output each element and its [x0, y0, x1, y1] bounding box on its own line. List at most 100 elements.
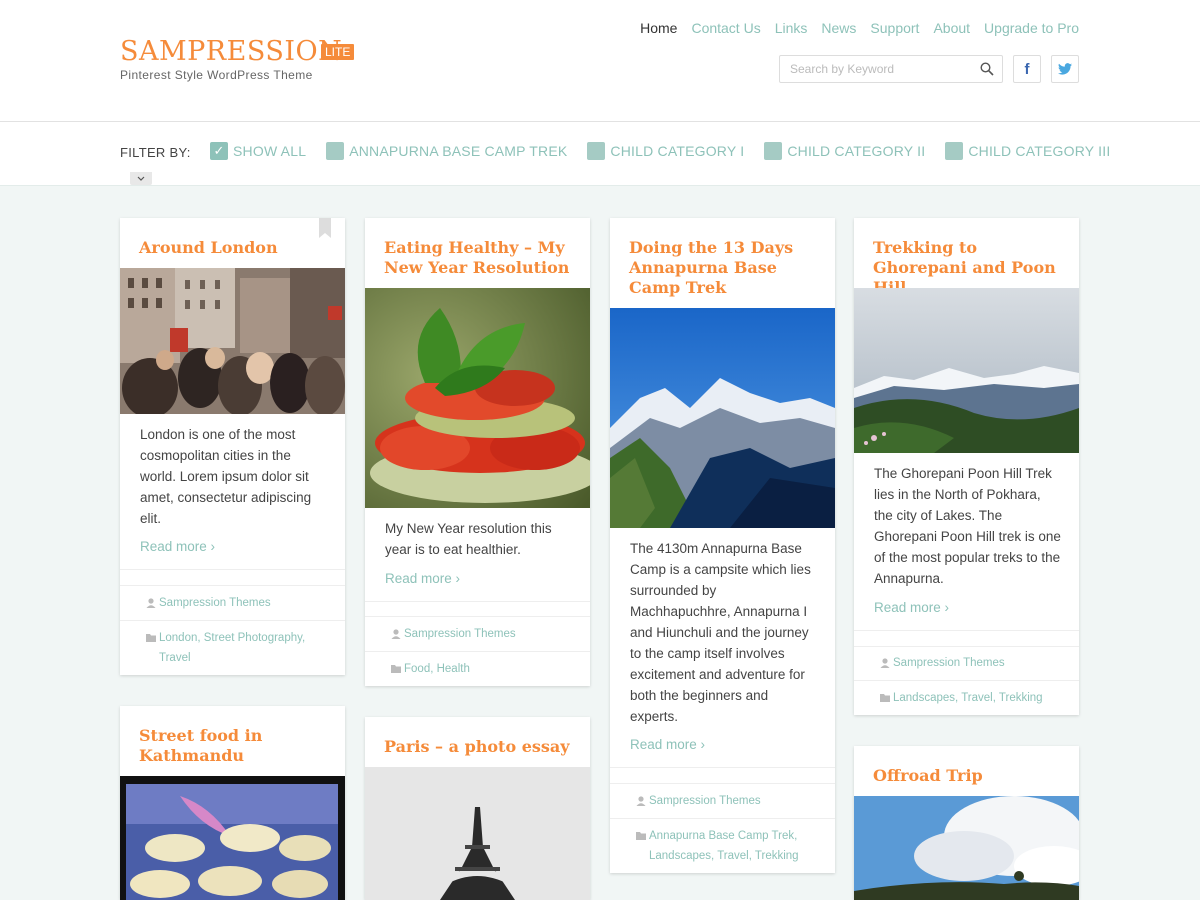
filter-child-category-3[interactable]: CHILD CATEGORY III: [945, 142, 1110, 160]
folder-icon: [391, 665, 401, 673]
filter-item-label: CHILD CATEGORY I: [610, 143, 745, 159]
filter-show-all[interactable]: ✓ SHOW ALL: [210, 142, 306, 160]
post-categories[interactable]: Landscapes, Travel, Trekking: [893, 688, 1043, 708]
post-title[interactable]: Doing the 13 Days Annapurna Base Camp Tr…: [610, 218, 835, 298]
filter-item-label: ANNAPURNA BASE CAMP TREK: [349, 143, 568, 159]
post-image-annapurna[interactable]: [610, 308, 835, 528]
post-image-offroad[interactable]: [854, 796, 1079, 900]
filter-bar: FILTER BY: ✓ SHOW ALL ANNAPURNA BASE CAM…: [0, 122, 1200, 186]
user-icon: [636, 796, 646, 806]
post-title[interactable]: Offroad Trip: [854, 746, 1079, 786]
read-more-link[interactable]: Read more ›: [874, 600, 949, 615]
post-title[interactable]: Paris – a photo essay: [365, 717, 590, 757]
main-nav: Home Contact Us Links News Support About…: [640, 20, 1079, 36]
nav-news[interactable]: News: [821, 20, 856, 36]
divider: [365, 616, 590, 617]
user-icon: [146, 598, 156, 608]
checkbox-icon[interactable]: [945, 142, 964, 160]
read-more-link[interactable]: Read more ›: [140, 539, 215, 554]
nav-contact-us[interactable]: Contact Us: [691, 20, 760, 36]
post-card: Paris – a photo essay: [365, 717, 590, 900]
post-card: Street food in Kathmandu: [120, 706, 345, 900]
read-more-link[interactable]: Read more ›: [385, 571, 460, 586]
filter-item-label: CHILD CATEGORY II: [787, 143, 926, 159]
post-image-london[interactable]: [120, 268, 345, 414]
folder-icon: [636, 832, 646, 840]
nav-home[interactable]: Home: [640, 20, 677, 36]
read-more-link[interactable]: Read more ›: [630, 737, 705, 752]
filter-child-category-2[interactable]: CHILD CATEGORY II: [764, 142, 925, 160]
site-logo[interactable]: SAMPRESSION: [120, 36, 342, 67]
post-categories-meta: London, Street Photography, Travel: [145, 628, 327, 668]
post-author[interactable]: Sampression Themes: [159, 593, 271, 613]
nav-links[interactable]: Links: [775, 20, 808, 36]
site-header: SAMPRESSION LITE Pinterest Style WordPre…: [0, 0, 1200, 122]
facebook-button[interactable]: f: [1013, 55, 1041, 83]
divider: [854, 680, 1079, 681]
post-card: Around London London is one of the most …: [120, 218, 345, 675]
lite-badge: LITE: [321, 44, 355, 60]
post-card: Trekking to Ghorepani and Poon Hill The …: [854, 218, 1079, 715]
divider: [854, 630, 1079, 631]
post-card: Offroad Trip: [854, 746, 1079, 900]
post-author[interactable]: Sampression Themes: [649, 791, 761, 811]
divider: [610, 783, 835, 784]
post-card: Eating Healthy – My New Year Resolution …: [365, 218, 590, 686]
site-tagline: Pinterest Style WordPress Theme: [120, 68, 313, 82]
twitter-button[interactable]: [1051, 55, 1079, 83]
post-author[interactable]: Sampression Themes: [893, 653, 1005, 673]
filter-item-label: CHILD CATEGORY III: [968, 143, 1111, 159]
post-author-meta: Sampression Themes: [390, 624, 572, 644]
post-categories-meta: Food, Health: [390, 659, 572, 679]
post-image-ghorepani[interactable]: [854, 288, 1079, 453]
folder-icon: [880, 694, 890, 702]
divider: [120, 620, 345, 621]
nav-support[interactable]: Support: [870, 20, 919, 36]
divider: [610, 818, 835, 819]
post-title[interactable]: Trekking to Ghorepani and Poon Hill: [854, 218, 1079, 298]
post-image-paris[interactable]: [365, 767, 590, 900]
post-categories-meta: Annapurna Base Camp Trek, Landscapes, Tr…: [635, 826, 817, 866]
checkbox-icon[interactable]: [587, 142, 606, 160]
filter-annapurna-base-camp-trek[interactable]: ANNAPURNA BASE CAMP TREK: [326, 142, 567, 160]
bookmark-icon: [319, 218, 331, 238]
filter-item-label: SHOW ALL: [233, 143, 307, 159]
nav-upgrade-to-pro[interactable]: Upgrade to Pro: [984, 20, 1079, 36]
divider: [610, 767, 835, 768]
post-excerpt: The 4130m Annapurna Base Camp is a camps…: [630, 541, 811, 724]
checkbox-checked-icon[interactable]: ✓: [210, 142, 228, 160]
post-categories[interactable]: Annapurna Base Camp Trek, Landscapes, Tr…: [649, 826, 817, 866]
post-categories[interactable]: London, Street Photography, Travel: [159, 628, 327, 668]
post-title[interactable]: Eating Healthy – My New Year Resolution: [365, 218, 590, 278]
post-author-meta: Sampression Themes: [635, 791, 817, 811]
post-image-salad[interactable]: [365, 288, 590, 508]
search-icon[interactable]: [980, 62, 994, 76]
divider: [854, 646, 1079, 647]
folder-icon: [146, 634, 156, 642]
post-excerpt: London is one of the most cosmopolitan c…: [140, 427, 312, 526]
post-author-meta: Sampression Themes: [145, 593, 327, 613]
divider: [120, 569, 345, 570]
checkbox-icon[interactable]: [764, 142, 783, 160]
post-image-street-food[interactable]: [120, 776, 345, 900]
post-categories-meta: Landscapes, Travel, Trekking: [879, 688, 1061, 708]
post-title[interactable]: Around London: [120, 218, 345, 258]
twitter-icon: [1058, 63, 1072, 75]
filter-items: ✓ SHOW ALL ANNAPURNA BASE CAMP TREK CHIL…: [210, 142, 1130, 160]
checkbox-icon[interactable]: [326, 142, 345, 160]
search-input[interactable]: [780, 56, 970, 82]
post-author-meta: Sampression Themes: [879, 653, 1061, 673]
filter-child-category-1[interactable]: CHILD CATEGORY I: [587, 142, 744, 160]
chevron-down-icon: [137, 176, 145, 181]
search-box: [779, 55, 1003, 83]
post-categories[interactable]: Food, Health: [404, 659, 470, 679]
filter-toggle-button[interactable]: [130, 172, 152, 185]
divider: [365, 651, 590, 652]
post-excerpt: The Ghorepani Poon Hill Trek lies in the…: [874, 466, 1061, 586]
post-title[interactable]: Street food in Kathmandu: [120, 706, 345, 766]
user-icon: [391, 629, 401, 639]
post-card: Doing the 13 Days Annapurna Base Camp Tr…: [610, 218, 835, 873]
nav-about[interactable]: About: [933, 20, 970, 36]
divider: [365, 601, 590, 602]
post-author[interactable]: Sampression Themes: [404, 624, 516, 644]
